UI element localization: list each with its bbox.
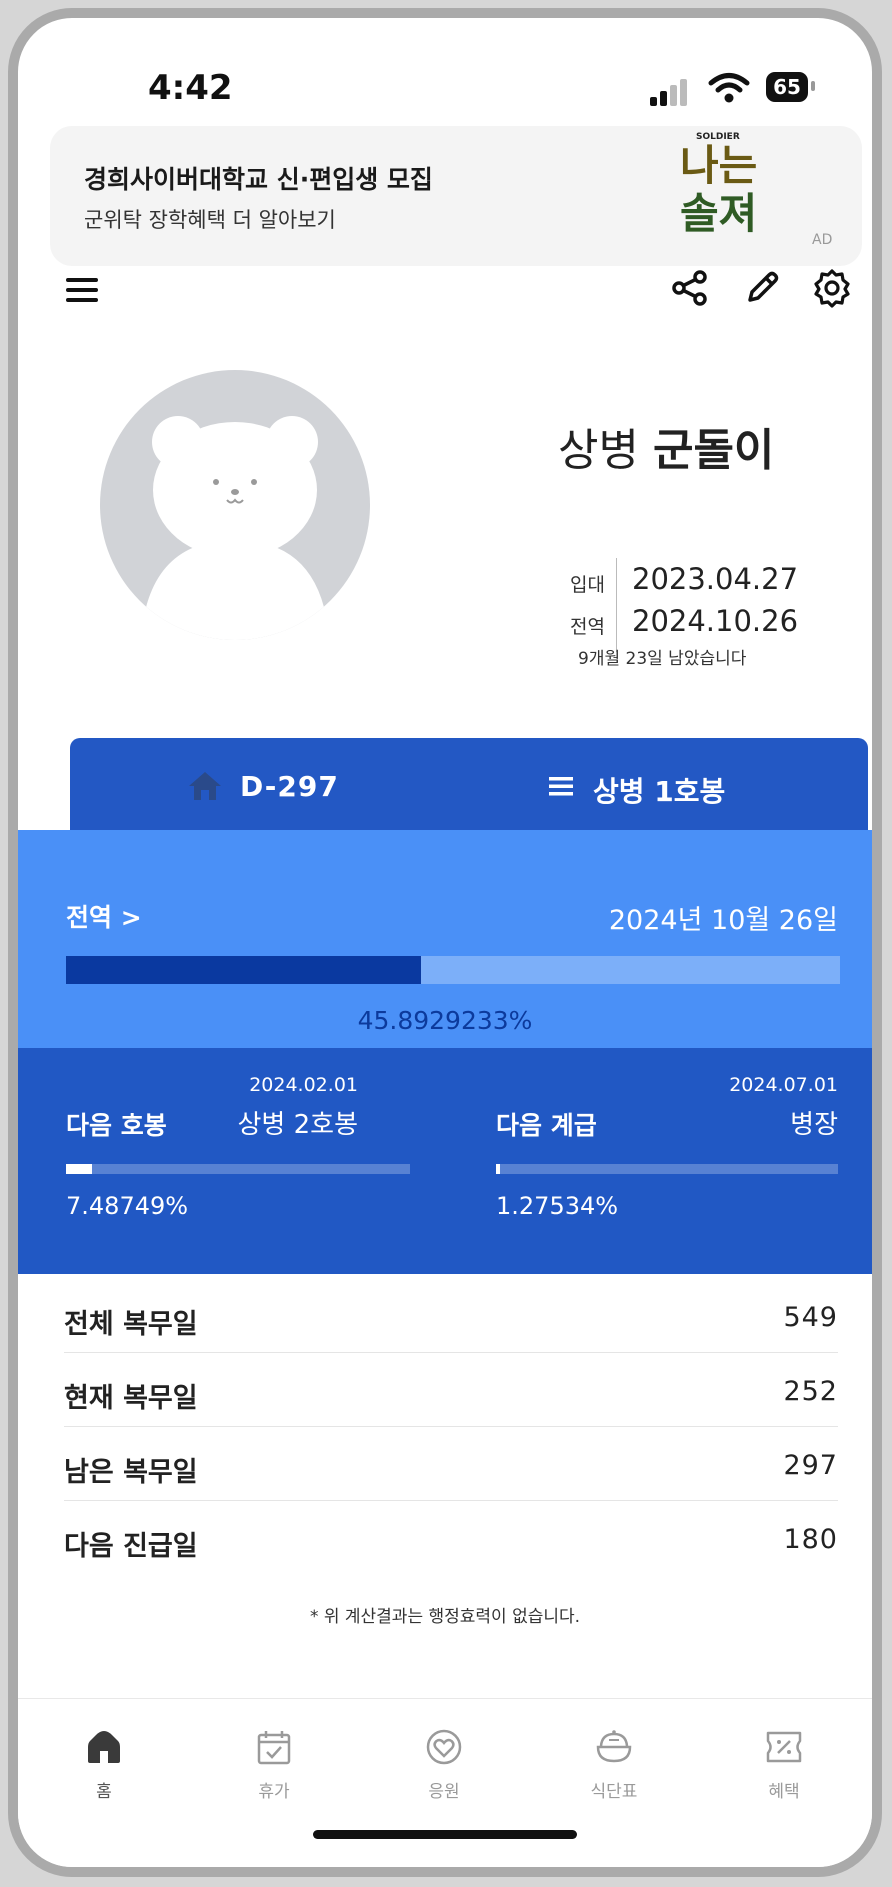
status-time: 4:42 (148, 68, 233, 108)
ad-logo-line1: 나는 (680, 141, 758, 190)
user-name: 군돌이 (652, 425, 775, 476)
wifi-icon (708, 73, 750, 103)
menu-icon[interactable] (62, 270, 102, 310)
ad-banner[interactable]: 경희사이버대학교 신·편입생 모집 군위탁 장학혜택 더 알아보기 SOLDIE… (50, 126, 862, 266)
nav-home[interactable]: 홈 (44, 1727, 164, 1802)
tab-dday[interactable]: D-297 (70, 738, 469, 836)
discharge-date-full: 2024년 10월 26일 (608, 905, 838, 936)
stat-label: 다음 진급일 (64, 1531, 198, 1562)
home-icon (189, 772, 221, 800)
nav-vacation[interactable]: 휴가 (214, 1727, 334, 1802)
nav-label: 식단표 (590, 1782, 638, 1802)
enlist-date: 2023.04.27 (632, 562, 799, 596)
signal-icon (648, 70, 688, 106)
stat-row: 남은 복무일 297 (64, 1428, 838, 1501)
next-step-title: 다음 호봉 (66, 1111, 167, 1140)
next-step-track (66, 1164, 410, 1174)
next-step-fill (66, 1164, 92, 1174)
rank-step-text: 상병 1호봉 (593, 775, 726, 808)
stat-row: 현재 복무일 252 (64, 1354, 838, 1427)
stat-value: 549 (783, 1302, 838, 1333)
nav-benefits[interactable]: 혜택 (724, 1727, 844, 1802)
stat-label: 남은 복무일 (64, 1457, 198, 1488)
stat-row: 전체 복무일 549 (64, 1280, 838, 1353)
enlist-label: 입대 (570, 574, 605, 596)
next-rank-target: 병장 (790, 1110, 838, 1140)
next-rank-title: 다음 계급 (496, 1111, 597, 1140)
stat-label: 전체 복무일 (64, 1309, 198, 1340)
share-icon[interactable] (670, 268, 710, 308)
ad-logo: SOLDIER 나는 솔져 (670, 132, 770, 260)
ad-subtitle: 군위탁 장학혜택 더 알아보기 (84, 208, 336, 232)
phone-frame: 4:42 65 경희사이버대학교 신·편입생 모집 군위탁 장학혜택 더 알아보… (8, 8, 882, 1877)
settings-icon[interactable] (812, 268, 852, 308)
nav-label: 혜택 (768, 1782, 800, 1802)
next-rank-date: 2024.07.01 (729, 1074, 838, 1096)
rice-bowl-icon (596, 1730, 632, 1763)
stat-value: 180 (783, 1524, 838, 1555)
nav-cheer[interactable]: 응원 (384, 1727, 504, 1802)
nav-label: 휴가 (258, 1782, 290, 1802)
stat-value: 252 (783, 1376, 838, 1407)
summary-tabs: D-297 상병 1호봉 (70, 738, 868, 836)
ad-logo-line2: 솔져 (680, 189, 758, 238)
date-divider (616, 558, 617, 652)
next-step-date: 2024.02.01 (249, 1074, 358, 1096)
remaining-text: 9개월 23일 남았습니다 (578, 649, 747, 669)
dday-text: D-297 (240, 770, 339, 803)
next-rank-fill (496, 1164, 501, 1174)
discharge-progress-fill (66, 956, 422, 984)
bottom-nav: 홈 휴가 응원 식단표 혜택 (18, 1698, 872, 1867)
rank-name: 상병 군돌이 (558, 414, 774, 478)
discharge-date: 2024.10.26 (632, 604, 799, 638)
edit-icon[interactable] (742, 268, 782, 308)
status-icons: 65 (648, 70, 848, 106)
nav-label: 홈 (96, 1782, 112, 1802)
rank-label: 상병 (558, 425, 639, 476)
stat-label: 현재 복무일 (64, 1383, 198, 1414)
ad-badge: AD (812, 232, 833, 248)
battery-nub (811, 81, 815, 91)
home-indicator[interactable] (313, 1830, 577, 1839)
calendar-check-icon (257, 1731, 291, 1765)
discharge-label: 전역 (570, 616, 605, 638)
ad-title: 경희사이버대학교 신·편입생 모집 (84, 165, 433, 194)
menu-lines-icon (549, 777, 573, 796)
home-icon (88, 1731, 120, 1763)
nav-menu[interactable]: 식단표 (554, 1727, 674, 1802)
ticket-icon (766, 1731, 802, 1763)
battery-icon: 65 (766, 72, 808, 102)
discharge-progress-section: 전역 > 2024년 10월 26일 45.8929233% (18, 830, 872, 1048)
discharge-progress-track (66, 956, 840, 984)
tab-rank-step[interactable]: 상병 1호봉 (469, 738, 868, 836)
stat-value: 297 (783, 1450, 838, 1481)
discharge-link[interactable]: 전역 > (66, 898, 142, 934)
next-step-percent: 7.48749% (66, 1192, 189, 1220)
next-step-target: 상병 2호봉 (237, 1110, 359, 1140)
stat-row: 다음 진급일 180 (64, 1502, 838, 1574)
disclaimer-note: * 위 계산결과는 행정효력이 없습니다. (309, 1607, 581, 1627)
bear-avatar-icon (140, 416, 330, 640)
avatar[interactable] (100, 370, 370, 640)
discharge-percent: 45.8929233% (357, 1006, 533, 1035)
nav-label: 응원 (428, 1782, 460, 1802)
next-promotion-section: 2024.02.01 다음 호봉 상병 2호봉 7.48749% 2024.07… (18, 1048, 872, 1274)
heart-icon (426, 1729, 462, 1765)
next-rank-percent: 1.27534% (496, 1192, 619, 1220)
next-rank-track (496, 1164, 838, 1174)
